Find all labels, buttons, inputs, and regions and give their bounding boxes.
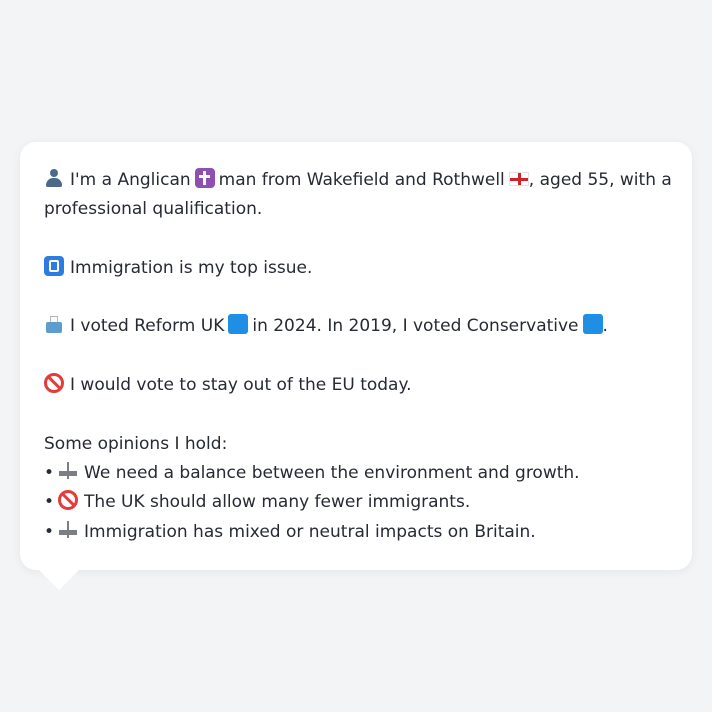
- prohibited-icon: [58, 490, 79, 511]
- identity-text: I'm a Anglican: [70, 170, 191, 190]
- opinion-item: • The UK should allow many fewer immigran…: [44, 488, 668, 517]
- person-icon: [44, 168, 64, 188]
- message-bubble: I'm a Anglican man from Wakefield and Rot…: [20, 142, 692, 570]
- vote-2019-text: in 2024. In 2019, I voted Conservative: [252, 316, 579, 337]
- blue-square-icon: [228, 314, 249, 335]
- top-issue-line: Immigration is my top issue.: [44, 254, 668, 283]
- opinion-text: Immigration has mixed or neutral impacts…: [84, 521, 536, 542]
- vote-2024-text: I voted Reform UK: [70, 316, 225, 337]
- identity-line-1: I'm a Anglican man from Wakefield and Rot…: [44, 166, 672, 195]
- eu-text: I would vote to stay out of the EU today…: [70, 375, 412, 396]
- ballot-box-icon: [44, 314, 64, 334]
- bubble-tail: [38, 569, 80, 590]
- identity-line-2: professional qualification.: [44, 199, 263, 220]
- age-text: , aged 55, with a: [528, 170, 672, 190]
- vote-line: I voted Reform UK in 2024. In 2019, I vot…: [44, 312, 668, 341]
- blue-square-icon: [582, 314, 603, 335]
- eu-line: I would vote to stay out of the EU today…: [44, 371, 668, 400]
- bullet: •: [44, 462, 55, 483]
- cross-icon: [194, 168, 215, 188]
- vote-end-text: .: [602, 316, 608, 337]
- opinion-item: • Immigration has mixed or neutral impact…: [44, 518, 668, 547]
- location-text: man from Wakefield and Rothwell: [218, 170, 505, 190]
- bullet: •: [44, 492, 55, 513]
- prohibited-icon: [44, 373, 64, 394]
- passport-control-icon: [44, 255, 64, 276]
- england-flag-icon: [508, 172, 529, 186]
- bullet: •: [44, 521, 55, 542]
- top-issue-text: Immigration is my top issue.: [70, 257, 313, 278]
- balance-scale-icon: [58, 520, 78, 540]
- balance-scale-icon: [58, 461, 78, 481]
- opinion-text: We need a balance between the environmen…: [84, 462, 580, 483]
- opinion-item: • We need a balance between the environme…: [44, 459, 668, 488]
- opinion-text: The UK should allow many fewer immigrant…: [84, 492, 471, 513]
- opinions-heading: Some opinions I hold:: [44, 433, 228, 454]
